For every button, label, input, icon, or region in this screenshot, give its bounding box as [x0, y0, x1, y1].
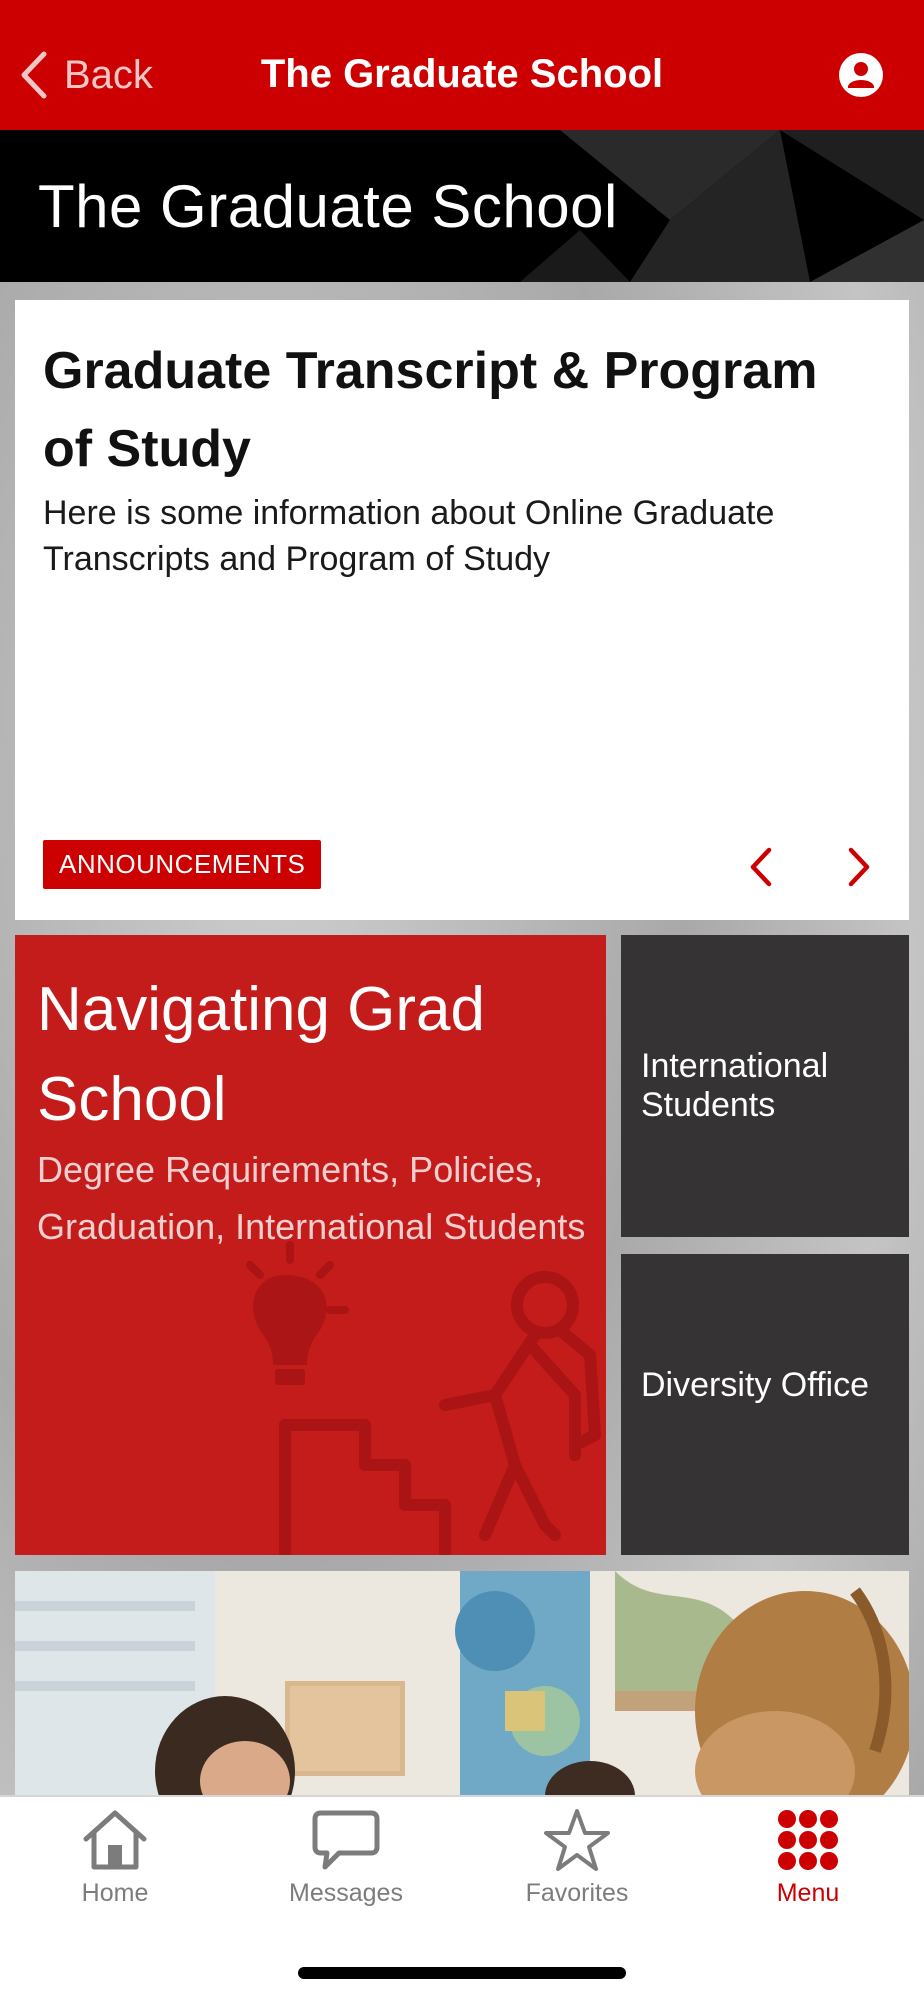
navigating-tile-title: Navigating Grad School [37, 975, 486, 1134]
home-indicator [298, 1967, 626, 1979]
announcement-title: Graduate Transcript & Program of Study [43, 342, 818, 478]
tab-menu[interactable]: Menu [718, 1807, 898, 1927]
tab-favorites[interactable]: Favorites [487, 1807, 667, 1927]
chevron-right-icon[interactable] [841, 846, 877, 888]
navigating-grad-school-tile[interactable]: Navigating Grad School Degree Requiremen… [15, 935, 606, 1555]
star-icon [544, 1809, 610, 1871]
page-title: The Graduate School [260, 52, 664, 96]
international-students-tile[interactable]: International Students [621, 935, 909, 1237]
announcement-body: Here is some information about Online Gr… [43, 494, 775, 578]
students-photo-image [15, 1571, 909, 1801]
tab-menu-label: Menu [776, 1879, 840, 1907]
section-header: The Graduate School [0, 130, 924, 282]
tab-home-label: Home [81, 1879, 149, 1907]
diversity-office-label: Diversity Office [641, 1366, 869, 1404]
navigating-tile-description: Degree Requirements, Policies, Graduatio… [37, 1149, 586, 1247]
international-students-label: International Students [641, 1047, 829, 1124]
announcement-tag: ANNOUNCEMENTS [43, 840, 322, 889]
speech-bubble-icon [312, 1810, 380, 1870]
diversity-office-tile[interactable]: Diversity Office [621, 1254, 909, 1555]
grid-dots-icon [778, 1810, 838, 1870]
section-title: The Graduate School [38, 173, 618, 240]
tab-home[interactable]: Home [25, 1807, 205, 1927]
students-photo[interactable] [15, 1571, 909, 1801]
tab-messages-label: Messages [289, 1879, 403, 1907]
stairs-climber-illustration [246, 1241, 601, 1555]
tab-favorites-label: Favorites [525, 1879, 629, 1907]
top-nav-bar: Back The Graduate School [0, 0, 924, 130]
house-icon [83, 1810, 147, 1870]
tab-messages[interactable]: Messages [256, 1807, 436, 1927]
announcement-card[interactable]: Graduate Transcript & Program of Study H… [15, 300, 909, 920]
chevron-left-icon[interactable] [743, 846, 779, 888]
user-circle-icon[interactable] [838, 52, 884, 98]
app-screen: Back The Graduate School The Graduate Sc… [0, 0, 924, 2000]
